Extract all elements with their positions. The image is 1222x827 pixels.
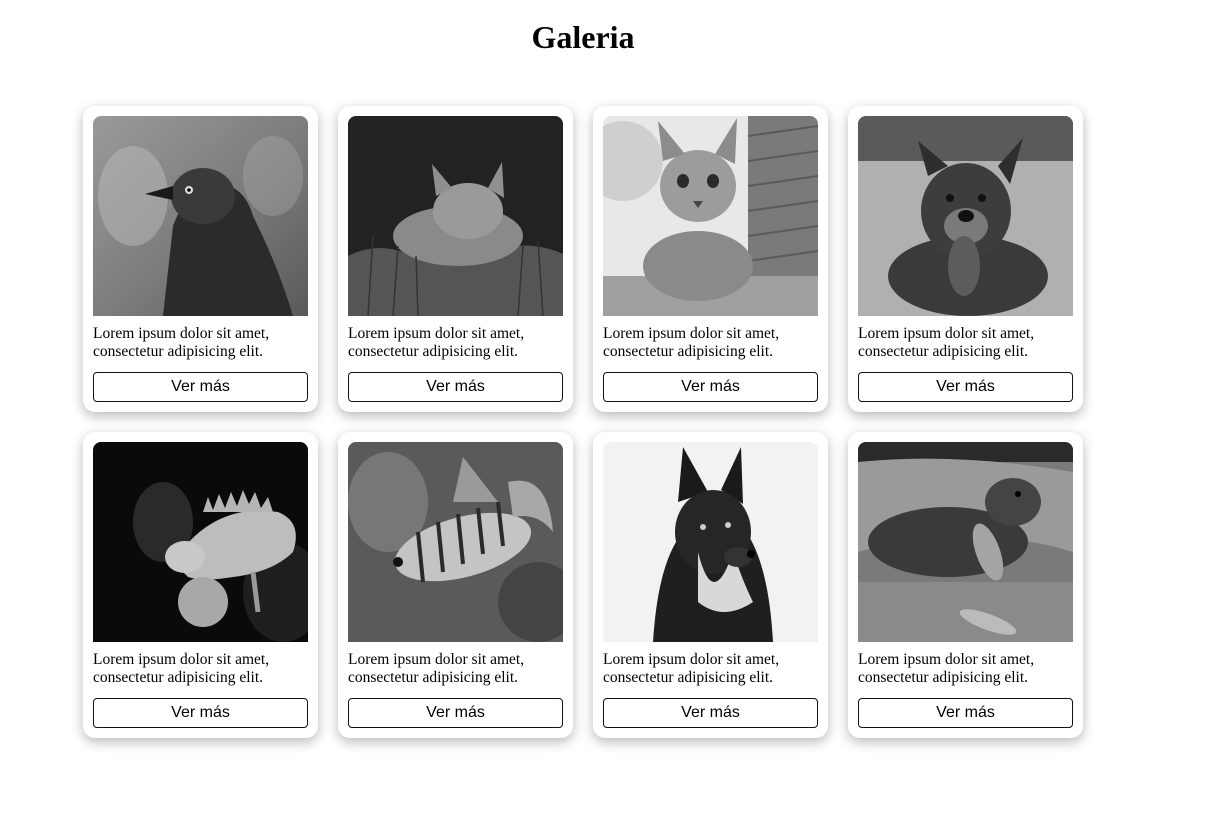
ver-mas-button[interactable]: Ver más bbox=[858, 698, 1073, 728]
gallery-card: Lorem ipsum dolor sit amet, consectetur … bbox=[593, 106, 828, 412]
gallery-card: Lorem ipsum dolor sit amet, consectetur … bbox=[848, 432, 1083, 738]
card-description: Lorem ipsum dolor sit amet, consectetur … bbox=[348, 651, 525, 686]
page-title: Galeria bbox=[531, 19, 635, 55]
card-image-jackdaw bbox=[93, 116, 308, 316]
card-image-shepherd-dog bbox=[603, 442, 818, 642]
gallery-card: Lorem ipsum dolor sit amet, consectetur … bbox=[83, 432, 318, 738]
ver-mas-button[interactable]: Ver más bbox=[603, 372, 818, 402]
card-description: Lorem ipsum dolor sit amet, consectetur … bbox=[858, 651, 1035, 686]
card-description: Lorem ipsum dolor sit amet, consectetur … bbox=[93, 651, 270, 686]
gallery-card: Lorem ipsum dolor sit amet, consectetur … bbox=[338, 432, 573, 738]
card-image-iguana bbox=[93, 442, 308, 642]
gallery-card: Lorem ipsum dolor sit amet, consectetur … bbox=[593, 432, 828, 738]
ver-mas-button[interactable]: Ver más bbox=[348, 372, 563, 402]
card-description: Lorem ipsum dolor sit amet, consectetur … bbox=[348, 325, 525, 360]
card-description: Lorem ipsum dolor sit amet, consectetur … bbox=[603, 651, 780, 686]
ver-mas-button[interactable]: Ver más bbox=[348, 698, 563, 728]
card-image-otter bbox=[858, 442, 1073, 642]
card-image-bengal-cat bbox=[603, 116, 818, 316]
ver-mas-button[interactable]: Ver más bbox=[858, 372, 1073, 402]
ver-mas-button[interactable]: Ver más bbox=[603, 698, 818, 728]
gallery-card: Lorem ipsum dolor sit amet, consectetur … bbox=[848, 106, 1083, 412]
card-description: Lorem ipsum dolor sit amet, consectetur … bbox=[858, 325, 1035, 360]
ver-mas-button[interactable]: Ver más bbox=[93, 698, 308, 728]
gallery-card: Lorem ipsum dolor sit amet, consectetur … bbox=[83, 106, 318, 412]
ver-mas-button[interactable]: Ver más bbox=[93, 372, 308, 402]
card-image-dog-with-toy bbox=[858, 116, 1073, 316]
gallery-card: Lorem ipsum dolor sit amet, consectetur … bbox=[338, 106, 573, 412]
card-image-cat-in-grass bbox=[348, 116, 563, 316]
card-description: Lorem ipsum dolor sit amet, consectetur … bbox=[93, 325, 270, 360]
card-description: Lorem ipsum dolor sit amet, consectetur … bbox=[603, 325, 780, 360]
gallery-grid: Lorem ipsum dolor sit amet, consectetur … bbox=[83, 106, 1083, 738]
card-image-lionfish bbox=[348, 442, 563, 642]
